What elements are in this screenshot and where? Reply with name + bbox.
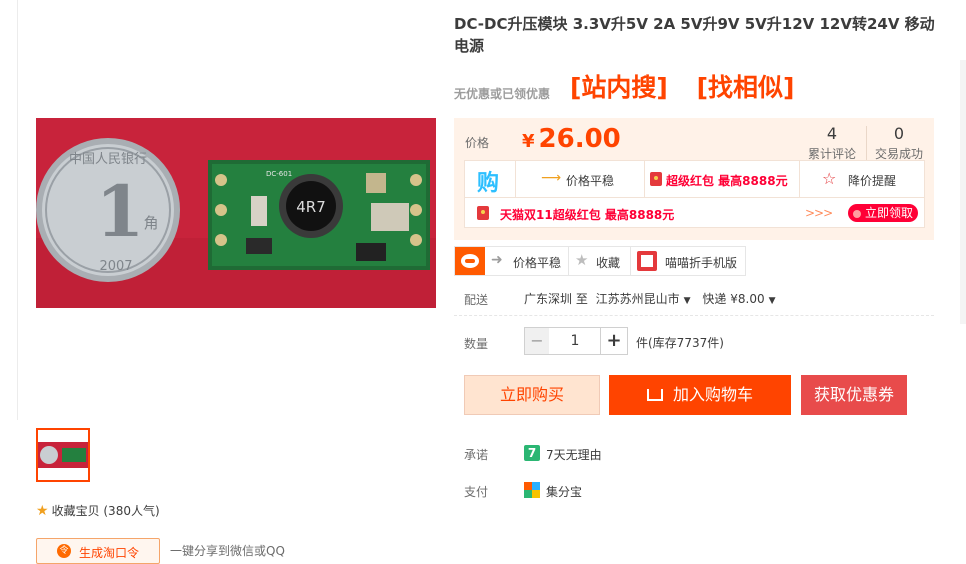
favorite-count[interactable]: ★ 收藏宝贝 (380人气)	[36, 502, 160, 519]
add-to-cart-button[interactable]: 加入购物车	[609, 375, 791, 415]
gou-icon: 购	[477, 171, 500, 196]
price-panel: 价格 ¥26.00 4 累计评论 0 交易成功 购 ⟶ 价格平稳 超级红包 最高…	[454, 118, 934, 240]
double11-row[interactable]: 天猫双11超级红包 最高8888元 >>> 立即领取	[465, 198, 924, 228]
jifenbao-icon	[524, 482, 540, 498]
no-coupon-text: 无优惠或已领优惠	[454, 87, 551, 101]
delivery-info: 广东深圳 至 江苏苏州昆山市 ▼ 快递 ¥8.00 ▼	[524, 290, 784, 307]
tool-divider	[630, 247, 631, 275]
coin-year: 2007	[99, 259, 132, 274]
claim-dot-icon	[852, 209, 861, 218]
quantity-input[interactable]: 1	[549, 327, 601, 355]
reviews-count: 4	[826, 124, 838, 143]
quantity-label: 数量	[464, 337, 489, 351]
add-to-cart-label: 加入购物车	[672, 385, 753, 404]
taokouling-label: 生成淘口令	[79, 546, 140, 560]
tools-mobile-version[interactable]: 喵喵折手机版	[665, 254, 737, 271]
jifenbao-text[interactable]: 集分宝	[546, 483, 582, 500]
claim-now-button[interactable]: 立即领取	[848, 204, 918, 222]
promise-label: 承诺	[464, 448, 489, 462]
promo-links: [站内搜] [找相似]	[570, 68, 814, 104]
right-scroll-edge	[960, 60, 966, 324]
seven-day-return-text[interactable]: 7天无理由	[546, 446, 602, 463]
price-value: ¥26.00	[522, 124, 621, 154]
seven-day-return-icon: 7	[524, 445, 540, 461]
coin-text: 中国人民银行	[69, 152, 147, 167]
chevrons-icon: >>>	[805, 206, 833, 220]
price-label: 价格	[465, 136, 490, 150]
stat-divider	[866, 126, 867, 162]
main-product-image: 1 角 中国人民银行 2007 4R7 DC-601	[36, 118, 436, 308]
chevron-down-icon[interactable]: ▼	[684, 296, 691, 306]
search-in-site-link[interactable]: [站内搜]	[570, 73, 668, 102]
tools-favorite[interactable]: 收藏	[596, 254, 620, 271]
find-similar-link[interactable]: [找相似]	[697, 73, 795, 102]
promo-row: 购 ⟶ 价格平稳 超级红包 最高8888元 ☆ 降价提醒	[465, 161, 924, 198]
quantity-increase-button[interactable]: +	[600, 327, 628, 355]
stock-info: 件(库存7737件)	[636, 336, 724, 350]
favorite-text: 收藏宝贝 (380人气)	[51, 504, 160, 518]
price-alert-star-icon: ☆	[822, 169, 837, 188]
tool-divider	[568, 247, 569, 275]
double11-label: 天猫双11超级红包 最高8888元	[500, 208, 675, 222]
red-packet-icon	[477, 206, 489, 220]
currency-symbol: ¥	[522, 131, 535, 152]
coin-number: 1	[96, 170, 145, 253]
sales-stat: 0 交易成功	[868, 124, 930, 162]
qr-code-icon	[637, 251, 657, 271]
thumbnail-image	[38, 442, 88, 468]
taokouling-button[interactable]: 令 生成淘口令	[36, 538, 160, 564]
tools-bar: ➜ 价格平稳 ★ 收藏 喵喵折手机版	[454, 246, 746, 276]
delivery-to-select[interactable]: 江苏苏州昆山市	[596, 292, 680, 306]
get-coupon-button[interactable]: 获取优惠券	[801, 375, 907, 415]
inductor-label: 4R7	[296, 198, 326, 216]
product-photo: 1 角 中国人民银行 2007 4R7 DC-601	[36, 118, 436, 308]
star-icon: ★	[36, 503, 49, 519]
share-text: 一键分享到微信或QQ	[170, 544, 285, 558]
board-silkscreen: DC-601	[266, 170, 292, 178]
buy-now-button[interactable]: 立即购买	[464, 375, 600, 415]
tools-price-steady[interactable]: 价格平稳	[513, 254, 561, 271]
price-steady-label: 价格平稳	[566, 174, 615, 188]
cell-divider	[799, 161, 800, 197]
sales-count: 0	[893, 124, 905, 143]
miaomiao-face-icon[interactable]	[455, 247, 485, 275]
shipping-fee-select[interactable]: 快递 ¥8.00	[702, 292, 764, 306]
cell-divider	[515, 161, 516, 197]
cell-divider	[644, 161, 645, 197]
reviews-stat[interactable]: 4 累计评论	[801, 124, 863, 162]
product-title: DC-DC升压模块 3.3V升5V 2A 5V升9V 5V升12V 12V转24…	[454, 15, 935, 55]
thumbnail-1[interactable]	[36, 428, 90, 482]
left-divider	[17, 0, 18, 420]
price-number: 26.00	[538, 124, 621, 154]
super-red-packet-link[interactable]: 超级红包 最高8888元	[666, 172, 788, 189]
section-divider	[454, 315, 934, 317]
favorite-star-icon: ★	[575, 251, 589, 269]
arrow-right-icon: ➜	[491, 252, 503, 268]
cart-icon	[646, 389, 663, 401]
arrow-right-icon: ⟶	[541, 170, 562, 186]
red-packet-icon	[650, 172, 662, 186]
taokouling-icon: 令	[57, 544, 71, 558]
quantity-decrease-button[interactable]: −	[524, 327, 550, 355]
chevron-down-icon[interactable]: ▼	[769, 296, 776, 306]
delivery-label: 配送	[464, 293, 489, 307]
payment-label: 支付	[464, 485, 489, 499]
promo-box: 购 ⟶ 价格平稳 超级红包 最高8888元 ☆ 降价提醒 天猫双11超级红包 最…	[464, 160, 925, 228]
claim-label: 立即领取	[864, 206, 913, 220]
delivery-from: 广东深圳 至	[524, 292, 588, 306]
price-alert-button[interactable]: 降价提醒	[848, 172, 896, 189]
coin-unit: 角	[143, 214, 158, 232]
